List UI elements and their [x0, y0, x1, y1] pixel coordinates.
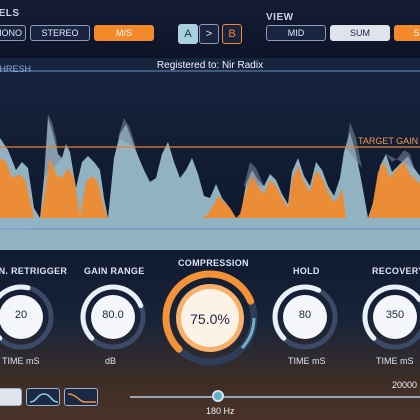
band-shape-icon [29, 393, 59, 403]
filter-footer: 180 Hz 20000 [0, 376, 420, 420]
top-threshold-label: THRESH [0, 64, 32, 74]
retrigger-value[interactable]: 20 [0, 309, 46, 321]
filter-shelf-button[interactable] [64, 388, 98, 406]
view-side-button[interactable]: SIDE [394, 25, 420, 41]
knob-panel: MIN. RETRIGGER GAIN RANGE COMPRESSION HO… [0, 250, 420, 376]
channels-label: CHANNELS [0, 8, 20, 19]
preset-a-button[interactable]: A [178, 24, 198, 44]
copy-a-to-b-button[interactable]: > [199, 24, 219, 44]
gain-range-label: GAIN RANGE [84, 266, 145, 276]
recovery-label: RECOVERY [372, 266, 420, 276]
filter-flat-button[interactable] [0, 388, 22, 406]
recovery-unit: TIME mS [376, 356, 414, 366]
filter-band-button[interactable] [26, 388, 60, 406]
mono-button[interactable]: MONO [0, 25, 26, 41]
view-sum-button[interactable]: SUM [330, 25, 390, 41]
target-gain-label: TARGET GAIN [358, 136, 419, 146]
waveform-display[interactable]: Registered to: Nir Radix THRESH THRESH T… [0, 58, 420, 250]
preset-b-button[interactable]: B [222, 24, 242, 44]
view-mid-button[interactable]: MID [266, 25, 326, 41]
hold-label: HOLD [293, 266, 320, 276]
frequency-slider-thumb[interactable] [212, 390, 224, 402]
stereo-button[interactable]: STEREO [30, 25, 90, 41]
retrigger-label: MIN. RETRIGGER [0, 266, 68, 276]
header-bar: CHANNELS MONO STEREO M/S A > B VIEW MID … [0, 0, 420, 58]
registration-text: Registered to: Nir Radix [156, 60, 264, 71]
view-label: VIEW [266, 12, 294, 23]
bottom-threshold-label: THRESH [0, 222, 32, 232]
waveform-graph [0, 58, 420, 250]
frequency-readout: 180 Hz [206, 406, 235, 416]
compression-label: COMPRESSION [178, 258, 249, 268]
retrigger-unit: TIME mS [2, 356, 40, 366]
compression-value[interactable]: 75.0% [180, 311, 240, 327]
shelf-shape-icon [67, 393, 96, 403]
ms-button[interactable]: M/S [94, 25, 154, 41]
plugin-window: CHANNELS MONO STEREO M/S A > B VIEW MID … [0, 0, 420, 420]
frequency-slider-track[interactable] [130, 396, 420, 398]
hold-value[interactable]: 80 [280, 309, 330, 321]
recovery-value[interactable]: 350 [370, 309, 420, 321]
frequency-max-label: 20000 [392, 380, 418, 390]
gain-range-value[interactable]: 80.0 [88, 309, 138, 321]
gain-range-unit: dB [105, 356, 117, 366]
hold-unit: TIME mS [288, 356, 326, 366]
